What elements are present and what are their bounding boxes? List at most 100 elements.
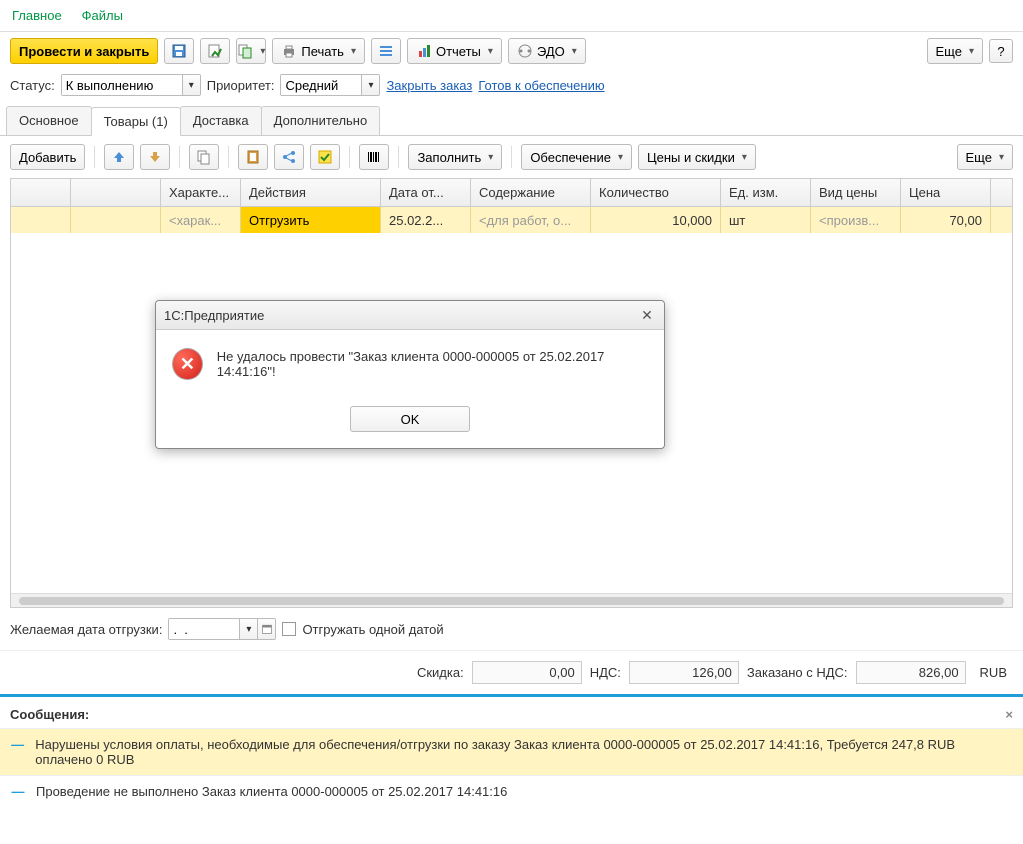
edo-button[interactable]: ЭДО ▾ [508, 38, 586, 64]
horizontal-scrollbar[interactable] [11, 593, 1012, 607]
cell-actions[interactable]: Отгрузить [241, 207, 381, 233]
copy-icon [196, 149, 212, 165]
list-icon [378, 43, 394, 59]
error-icon: ✕ [172, 348, 203, 380]
chevron-down-icon: ▾ [742, 152, 747, 163]
paste-icon [245, 149, 261, 165]
currency-label: RUB [980, 665, 1007, 680]
pick-icon [317, 149, 333, 165]
print-label: Печать [301, 44, 344, 59]
goods-more-button[interactable]: Еще▾ [957, 144, 1013, 170]
chevron-down-icon: ▾ [572, 46, 577, 57]
table-header: Характе... Действия Дата от... Содержани… [11, 179, 1012, 207]
chevron-down-icon[interactable]: ▾ [239, 619, 257, 639]
edo-label: ЭДО [537, 44, 565, 59]
more-button[interactable]: Еще▾ [927, 38, 983, 64]
supply-button[interactable]: Обеспечение▾ [521, 144, 632, 170]
list-button[interactable] [371, 38, 401, 64]
top-tab-files[interactable]: Файлы [82, 8, 123, 23]
post-icon [207, 43, 223, 59]
message-item[interactable]: — Нарушены условия оплаты, необходимые д… [0, 728, 1023, 775]
col-qty[interactable]: Количество [591, 179, 721, 206]
move-up-button[interactable] [104, 144, 134, 170]
discount-label: Скидка: [417, 665, 464, 680]
more-label: Еще [936, 44, 962, 59]
post-and-close-button[interactable]: Провести и закрыть [10, 38, 158, 64]
message-item[interactable]: — Проведение не выполнено Заказ клиента … [0, 775, 1023, 807]
post-button[interactable] [200, 38, 230, 64]
fill-button[interactable]: Заполнить ▾ [408, 144, 502, 170]
pick-button[interactable] [310, 144, 340, 170]
move-down-button[interactable] [140, 144, 170, 170]
prices-label: Цены и скидки [647, 150, 735, 165]
top-tab-main[interactable]: Главное [12, 8, 62, 23]
priority-combo[interactable]: ▾ [280, 74, 380, 96]
save-button[interactable] [164, 38, 194, 64]
status-combo[interactable]: ▾ [61, 74, 201, 96]
tab-main[interactable]: Основное [6, 106, 92, 135]
col-unit[interactable]: Ед. изм. [721, 179, 811, 206]
messages-title: Сообщения: [10, 707, 89, 722]
chevron-down-icon: ▾ [260, 46, 265, 57]
chevron-down-icon: ▾ [351, 46, 356, 57]
close-order-link[interactable]: Закрыть заказ [386, 78, 472, 93]
messages-close-icon[interactable]: × [1005, 707, 1013, 722]
col-nomenclature[interactable] [71, 179, 161, 206]
status-label: Статус: [10, 78, 55, 93]
ship-one-date-checkbox[interactable] [282, 622, 296, 636]
tab-delivery[interactable]: Доставка [180, 106, 262, 135]
barcode-button[interactable] [359, 144, 389, 170]
dialog-title: 1С:Предприятие [164, 308, 264, 323]
discount-value: 0,00 [472, 661, 582, 684]
date-field[interactable] [169, 619, 239, 639]
desired-ship-date-input[interactable]: ▾ [168, 618, 276, 640]
cell-qty[interactable]: 10,000 [591, 207, 721, 233]
cell-unit[interactable]: шт [721, 207, 811, 233]
reports-label: Отчеты [436, 44, 481, 59]
copy-button[interactable] [189, 144, 219, 170]
cell-content[interactable]: <для работ, о... [471, 207, 591, 233]
cell-nomenclature[interactable] [71, 207, 161, 233]
share-button[interactable] [274, 144, 304, 170]
prices-button[interactable]: Цены и скидки ▾ [638, 144, 756, 170]
cell-characteristic[interactable]: <харак... [161, 207, 241, 233]
printer-icon [281, 43, 297, 59]
chevron-down-icon: ▾ [999, 152, 1004, 163]
ok-button[interactable]: OK [350, 406, 470, 432]
scrollbar-thumb[interactable] [19, 597, 1004, 605]
tab-goods[interactable]: Товары (1) [91, 107, 181, 136]
ready-for-supply-link[interactable]: Готов к обеспечению [478, 78, 604, 93]
add-row-button[interactable]: Добавить [10, 144, 85, 170]
col-price[interactable]: Цена [901, 179, 991, 206]
cell-n[interactable] [11, 207, 71, 233]
calendar-icon[interactable] [257, 619, 275, 639]
cell-price[interactable]: 70,00 [901, 207, 991, 233]
desired-ship-date-label: Желаемая дата отгрузки: [10, 622, 162, 637]
col-ship-date[interactable]: Дата от... [381, 179, 471, 206]
status-input[interactable] [62, 75, 182, 95]
ship-one-date-label: Отгружать одной датой [302, 622, 443, 637]
dash-icon: — [10, 784, 26, 799]
chevron-down-icon: ▾ [488, 152, 493, 163]
chevron-down-icon[interactable]: ▾ [361, 75, 379, 95]
col-characteristic[interactable]: Характе... [161, 179, 241, 206]
paste-button[interactable] [238, 144, 268, 170]
table-row[interactable]: <харак... Отгрузить 25.02.2... <для рабо… [11, 207, 1012, 233]
col-n[interactable] [11, 179, 71, 206]
vat-value: 126,00 [629, 661, 739, 684]
col-actions[interactable]: Действия [241, 179, 381, 206]
fill-label: Заполнить [417, 150, 481, 165]
cell-ship-date[interactable]: 25.02.2... [381, 207, 471, 233]
col-price-type[interactable]: Вид цены [811, 179, 901, 206]
create-based-on-button[interactable]: ▾ [236, 38, 266, 64]
tab-additional[interactable]: Дополнительно [261, 106, 381, 135]
create-based-on-icon [237, 43, 253, 59]
close-icon[interactable]: ✕ [638, 306, 656, 324]
col-content[interactable]: Содержание [471, 179, 591, 206]
priority-input[interactable] [281, 75, 361, 95]
cell-price-type[interactable]: <произв... [811, 207, 901, 233]
chevron-down-icon[interactable]: ▾ [182, 75, 200, 95]
print-button[interactable]: Печать ▾ [272, 38, 365, 64]
help-button[interactable]: ? [989, 39, 1013, 63]
reports-button[interactable]: Отчеты▾ [407, 38, 502, 64]
